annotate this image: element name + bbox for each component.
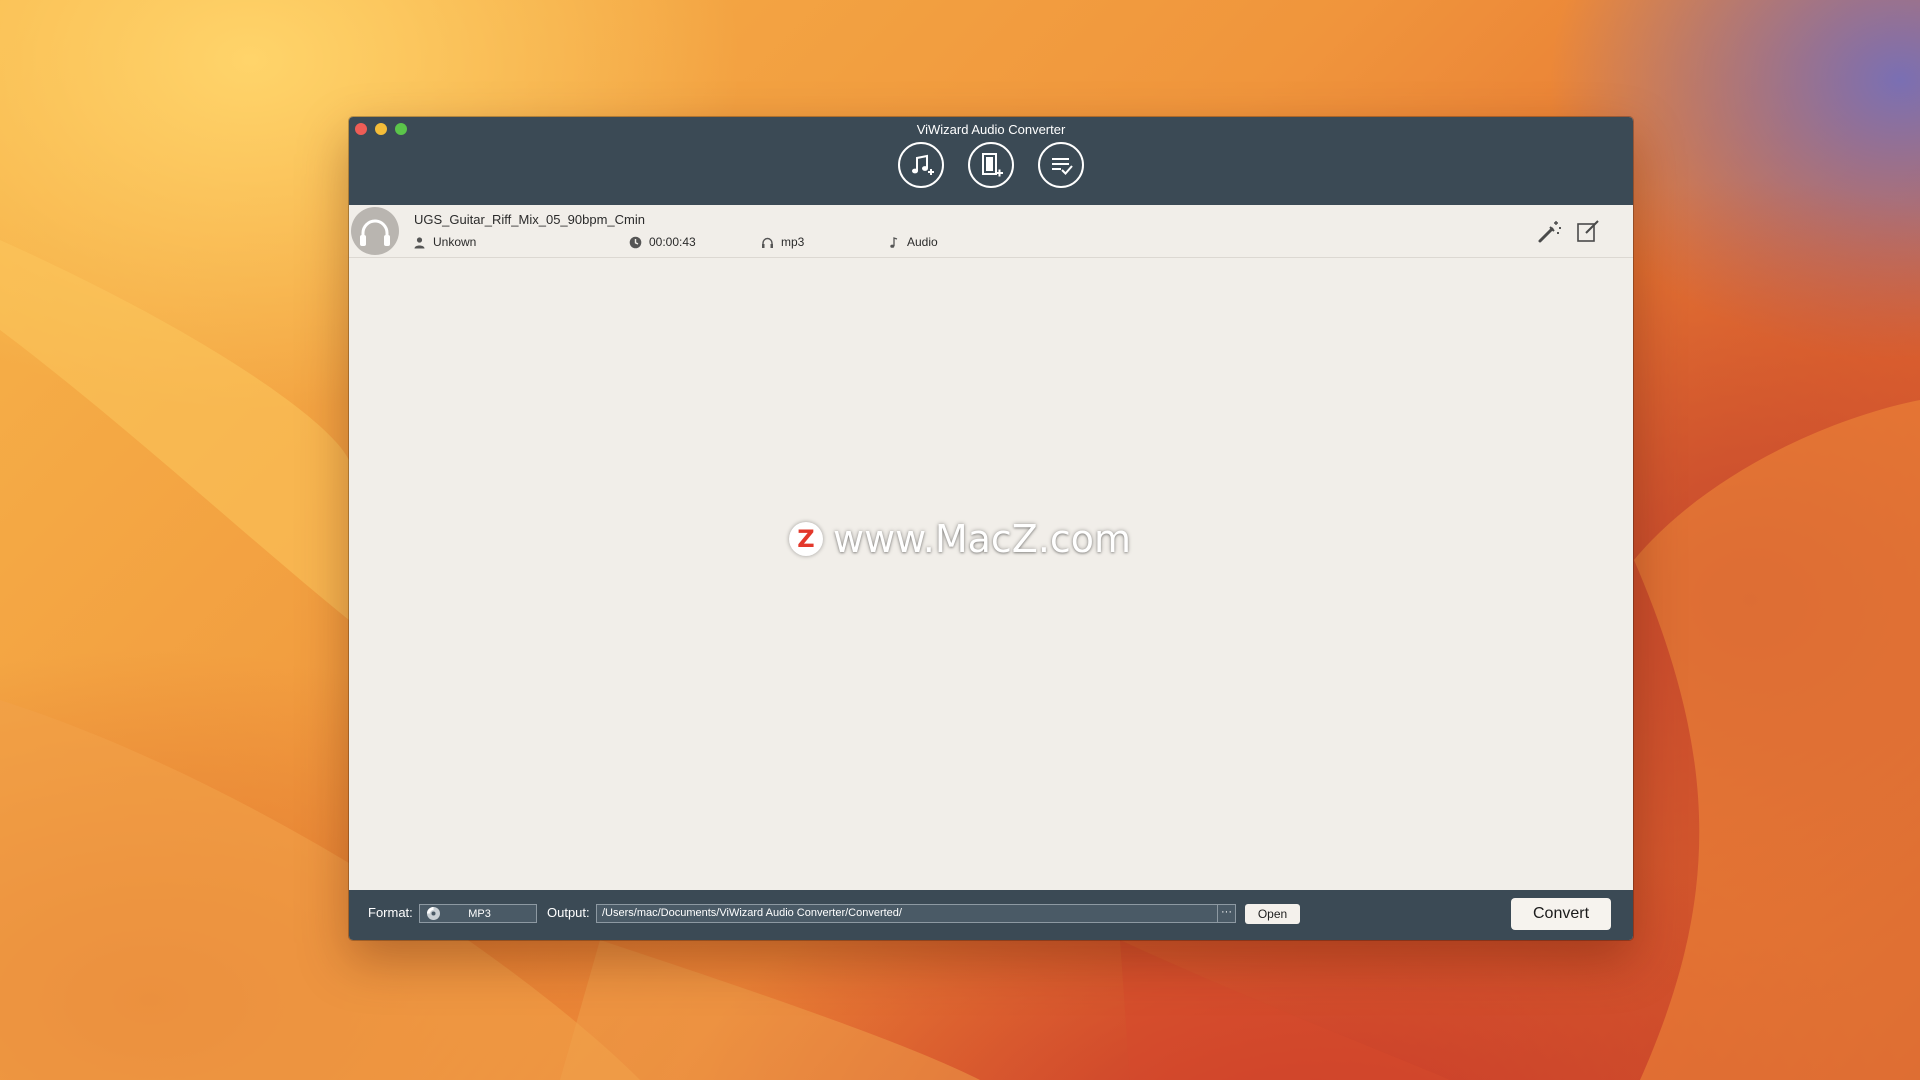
album-art — [351, 207, 399, 255]
add-file-button[interactable] — [968, 142, 1014, 188]
edit-icon[interactable] — [1575, 218, 1601, 244]
browse-button[interactable]: ··· — [1217, 904, 1236, 923]
user-icon — [414, 236, 425, 248]
add-music-button[interactable] — [898, 142, 944, 188]
converted-list-icon — [1052, 158, 1073, 175]
app-window: ViWizard Audio Converter UGS_Guitar_Riff… — [349, 117, 1633, 940]
toolbar — [349, 142, 1633, 188]
converted-list-button[interactable] — [1038, 142, 1084, 188]
add-music-icon — [912, 154, 934, 175]
headphones-icon — [762, 237, 773, 248]
window-title: ViWizard Audio Converter — [916, 122, 1066, 137]
output-label: Output: — [547, 905, 590, 920]
artist-meta: Unkown — [413, 235, 476, 249]
format-value: MP3 — [468, 907, 491, 920]
duration-value: 00:00:43 — [649, 235, 696, 249]
output-path-field[interactable]: /Users/mac/Documents/ViWizard Audio Conv… — [596, 904, 1219, 923]
watermark: Z www.MacZ.com — [789, 517, 1131, 561]
add-file-icon — [982, 153, 1003, 177]
convert-button[interactable]: Convert — [1511, 898, 1611, 930]
clock-icon — [629, 236, 642, 248]
watermark-logo: Z — [789, 522, 823, 556]
music-note-icon — [890, 236, 898, 248]
bottom-bar: Format: MP3 Output: /Users/mac/Documents… — [349, 890, 1633, 940]
format-label: Format: — [368, 905, 413, 920]
magic-wand-icon[interactable] — [1537, 218, 1563, 244]
type-meta: Audio — [887, 235, 938, 249]
row-actions — [1537, 218, 1601, 244]
file-list-item[interactable]: UGS_Guitar_Riff_Mix_05_90bpm_Cmin Unkown… — [349, 205, 1633, 258]
format-meta: mp3 — [761, 235, 804, 249]
duration-meta: 00:00:43 — [629, 235, 696, 249]
format-value: mp3 — [781, 235, 805, 249]
disc-icon — [427, 907, 440, 920]
file-name: UGS_Guitar_Riff_Mix_05_90bpm_Cmin — [414, 212, 645, 227]
open-button[interactable]: Open — [1245, 904, 1300, 924]
headphones-icon — [360, 219, 390, 246]
title-bar: ViWizard Audio Converter — [349, 117, 1633, 205]
type-value: Audio — [907, 235, 938, 249]
artist-value: Unkown — [433, 235, 477, 249]
watermark-text: www.MacZ.com — [833, 517, 1132, 561]
format-select[interactable]: MP3 — [419, 904, 537, 923]
